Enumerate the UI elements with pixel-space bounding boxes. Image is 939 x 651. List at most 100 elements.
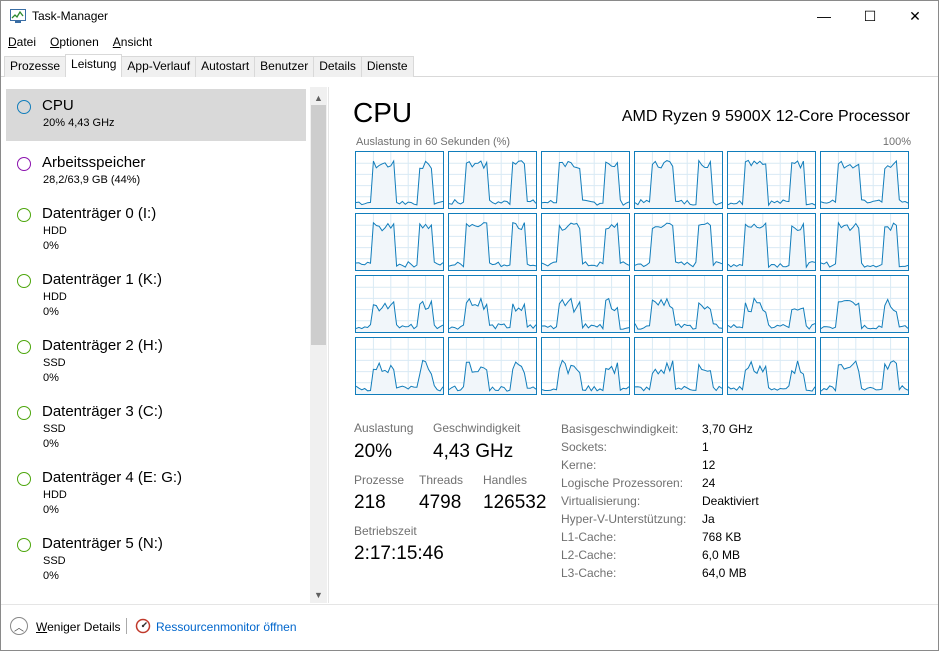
tab-bar: Prozesse Leistung App-Verlauf Autostart …: [4, 54, 414, 77]
core-graph: [448, 213, 537, 271]
core-graph: [541, 275, 630, 333]
tab-dienste[interactable]: Dienste: [360, 56, 414, 77]
menu-optionen[interactable]: Optionen: [43, 32, 106, 52]
close-button[interactable]: ✕: [892, 1, 938, 31]
core-graph: [634, 213, 723, 271]
cpu-model-name: AMD Ryzen 9 5900X 12-Core Processor: [621, 108, 910, 125]
sidebar-item-line2: 0%: [43, 240, 59, 252]
menu-bar: Datei Optionen Ansicht: [1, 32, 159, 52]
core-graph: [541, 337, 630, 395]
core-graph: [355, 275, 444, 333]
prozesse-value: 218: [354, 492, 386, 513]
info-label: L1-Cache:: [561, 530, 617, 544]
graph-label: Auslastung in 60 Sekunden (%): [356, 136, 511, 148]
core-graph: [727, 151, 816, 209]
sidebar-item-name: Datenträger 0 (I:): [42, 205, 157, 222]
sidebar-item-name: Datenträger 6 (L:): [42, 601, 160, 603]
info-value: 3,70 GHz: [702, 422, 753, 436]
info-value: 6,0 MB: [702, 548, 741, 562]
resource-sidebar: CPU 20% 4,43 GHz Arbeitsspeicher 28,2/63,9 …: [1, 87, 329, 603]
info-value: 24: [702, 476, 716, 490]
resource-monitor-link[interactable]: Ressourcenmonitor öffnen: [156, 620, 297, 634]
menu-ansicht[interactable]: Ansicht: [106, 32, 159, 52]
info-label: Logische Prozessoren:: [561, 476, 684, 490]
core-graph: [448, 275, 537, 333]
menu-datei[interactable]: Datei: [1, 32, 43, 52]
status-circle-icon: [17, 538, 31, 552]
tab-autostart[interactable]: Autostart: [195, 56, 256, 77]
maximize-button[interactable]: ☐: [847, 1, 893, 31]
minimize-icon: —: [817, 8, 831, 24]
core-graph: [355, 213, 444, 271]
sidebar-item-line1: SSD: [43, 423, 66, 435]
info-value: Ja: [702, 512, 715, 526]
core-graph: [727, 213, 816, 271]
status-circle-icon: [17, 340, 31, 354]
sidebar-item-line1: 28,2/63,9 GB (44%): [43, 174, 141, 186]
sidebar-item-line1: SSD: [43, 555, 66, 567]
sidebar-item-name: CPU: [42, 97, 74, 114]
sidebar-item-5[interactable]: Datenträger 3 (C:) SSD 0%: [6, 395, 306, 455]
geschwindigkeit-label: Geschwindigkeit: [433, 421, 521, 435]
footer-divider: [1, 604, 938, 605]
sidebar-item-8[interactable]: Datenträger 6 (L:): [6, 593, 306, 603]
info-value: Deaktiviert: [702, 494, 759, 508]
tab-leistung[interactable]: Leistung: [65, 54, 123, 77]
tab-benutzer[interactable]: Benutzer: [254, 56, 315, 77]
scroll-up-icon[interactable]: ▲: [310, 89, 327, 106]
info-value: 12: [702, 458, 716, 472]
chevron-up-icon[interactable]: ︿: [10, 617, 28, 635]
info-label: Hyper-V-Unterstützung:: [561, 512, 687, 526]
footer-separator: [126, 618, 127, 634]
info-label: L2-Cache:: [561, 548, 617, 562]
sidebar-item-name: Datenträger 1 (K:): [42, 271, 163, 288]
info-value: 768 KB: [702, 530, 742, 544]
sidebar-item-name: Datenträger 5 (N:): [42, 535, 163, 552]
core-graph: [820, 275, 909, 333]
sidebar-item-name: Arbeitsspeicher: [42, 154, 146, 171]
core-graph: [820, 151, 909, 209]
geschwindigkeit-value: 4,43 GHz: [433, 441, 514, 462]
core-graph: [634, 275, 723, 333]
minimize-button[interactable]: —: [801, 1, 847, 31]
sidebar-item-2[interactable]: Datenträger 0 (I:) HDD 0%: [6, 197, 306, 257]
title-bar: Task-Manager — ☐ ✕: [1, 1, 938, 31]
sidebar-item-line2: 0%: [43, 306, 59, 318]
sidebar-item-name: Datenträger 3 (C:): [42, 403, 163, 420]
tab-app-verlauf[interactable]: App-Verlauf: [121, 56, 197, 77]
betriebszeit-value: 2:17:15:46: [354, 543, 444, 564]
sidebar-item-0[interactable]: CPU 20% 4,43 GHz: [6, 89, 306, 141]
scrollbar-thumb[interactable]: [311, 105, 326, 345]
sidebar-item-line1: 20% 4,43 GHz: [43, 117, 115, 129]
core-graph: [820, 337, 909, 395]
sidebar-item-3[interactable]: Datenträger 1 (K:) HDD 0%: [6, 263, 306, 323]
core-graph: [448, 151, 537, 209]
core-graph: [634, 151, 723, 209]
sidebar-item-6[interactable]: Datenträger 4 (E: G:) HDD 0%: [6, 461, 306, 521]
core-graph: [634, 337, 723, 395]
sidebar-divider: [328, 87, 329, 603]
task-manager-window: Task-Manager — ☐ ✕ Datei Optionen Ansich…: [0, 0, 939, 651]
info-label: L3-Cache:: [561, 566, 617, 580]
cpu-core-graphs: [355, 151, 913, 397]
resource-monitor-icon[interactable]: [135, 618, 151, 634]
info-label: Basisgeschwindigkeit:: [561, 422, 679, 436]
scroll-down-icon[interactable]: ▼: [310, 586, 327, 603]
sidebar-item-4[interactable]: Datenträger 2 (H:) SSD 0%: [6, 329, 306, 389]
auslastung-label: Auslastung: [354, 421, 414, 435]
graph-max-label: 100%: [882, 136, 911, 148]
fewer-details-link[interactable]: Weniger Details: [36, 620, 120, 634]
sidebar-item-line2: 0%: [43, 570, 59, 582]
tab-prozesse[interactable]: Prozesse: [4, 56, 67, 77]
sidebar-item-line1: HDD: [43, 489, 67, 501]
sidebar-item-7[interactable]: Datenträger 5 (N:) SSD 0%: [6, 527, 306, 587]
page-title: CPU: [353, 97, 413, 128]
close-icon: ✕: [909, 7, 921, 24]
threads-value: 4798: [419, 492, 462, 513]
status-circle-icon: [17, 208, 31, 222]
sidebar-item-line2: 0%: [43, 504, 59, 516]
info-label: Kerne:: [561, 458, 597, 472]
sidebar-item-name: Datenträger 4 (E: G:): [42, 469, 183, 486]
maximize-icon: ☐: [863, 7, 877, 24]
tab-details[interactable]: Details: [313, 56, 362, 77]
